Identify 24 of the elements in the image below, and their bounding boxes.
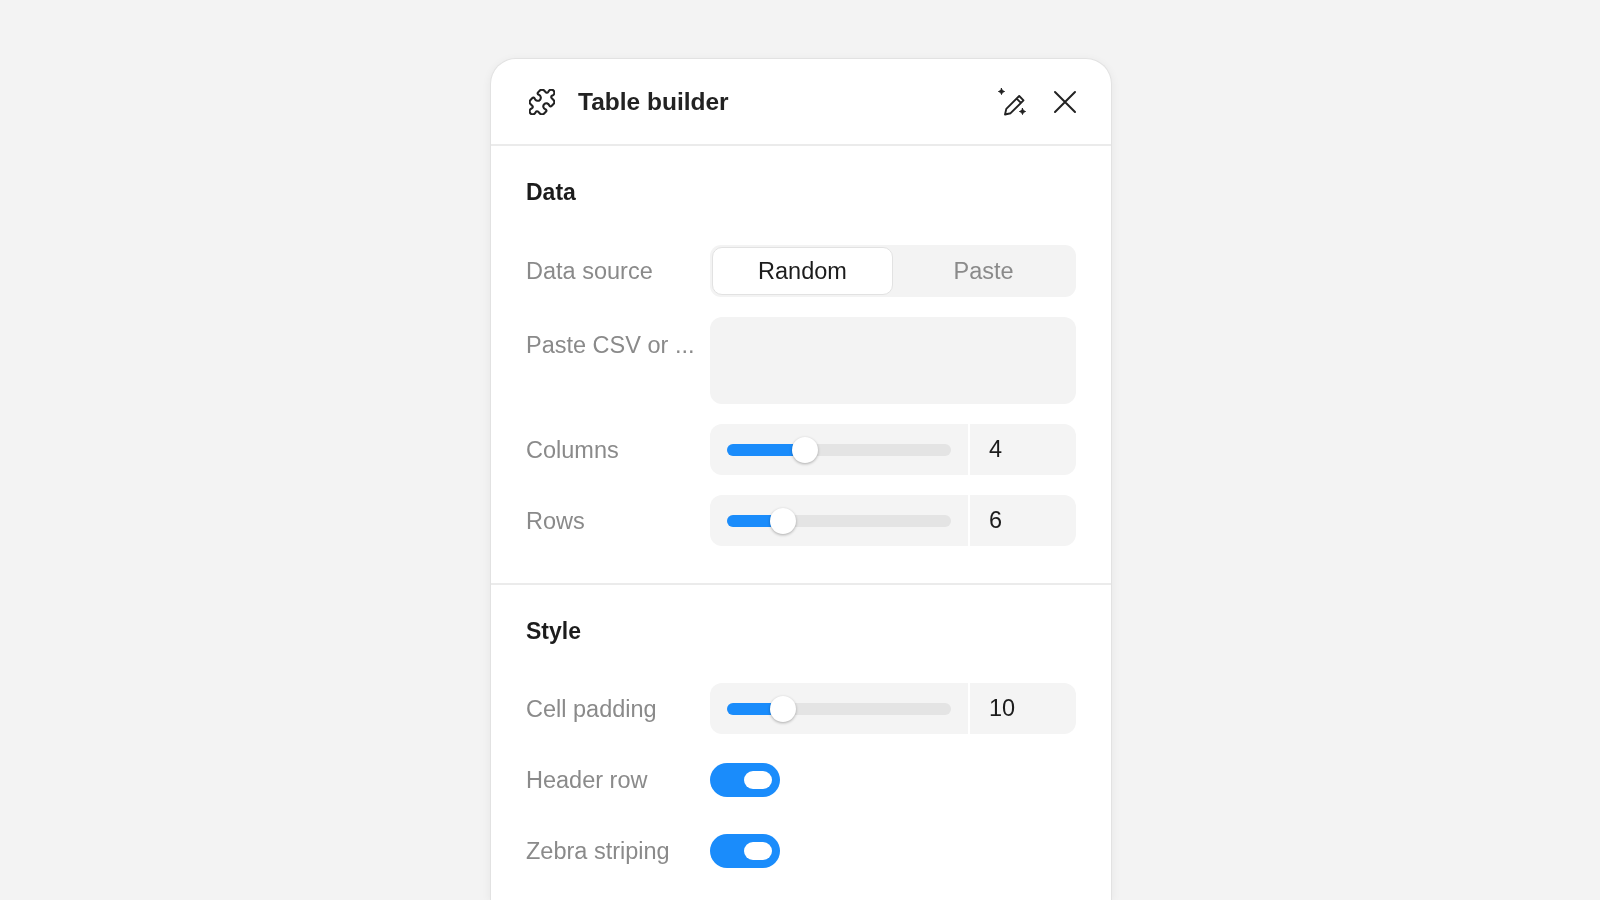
field-label: Zebra striping — [526, 836, 670, 865]
magic-edit-button[interactable] — [997, 86, 1027, 117]
toggle-switch[interactable] — [710, 833, 780, 868]
toggle-switch[interactable] — [710, 762, 780, 797]
field-label: Data source — [526, 257, 653, 285]
field-label: Cell padding — [526, 694, 657, 723]
slider-handle[interactable] — [770, 507, 796, 534]
section-heading: Data — [526, 178, 576, 206]
number-field[interactable]: 10 — [970, 683, 1076, 734]
field-label: Columns — [526, 435, 619, 464]
field-label: Paste CSV or ... — [526, 331, 695, 359]
close-button[interactable] — [1053, 89, 1077, 114]
number-field[interactable]: 6 — [970, 495, 1076, 546]
slider-handle[interactable] — [770, 695, 796, 722]
pencil-sparkle-icon — [997, 86, 1027, 117]
field-label: Header row — [526, 765, 648, 794]
segment-option[interactable]: Random — [712, 247, 893, 295]
puzzle-icon — [529, 88, 555, 115]
section-heading: Style — [526, 617, 581, 645]
slider-handle[interactable] — [792, 436, 819, 463]
number-field[interactable]: 4 — [970, 424, 1076, 475]
close-icon — [1053, 89, 1077, 114]
field-label: Rows — [526, 506, 585, 535]
panel-title: Table builder — [578, 87, 729, 116]
